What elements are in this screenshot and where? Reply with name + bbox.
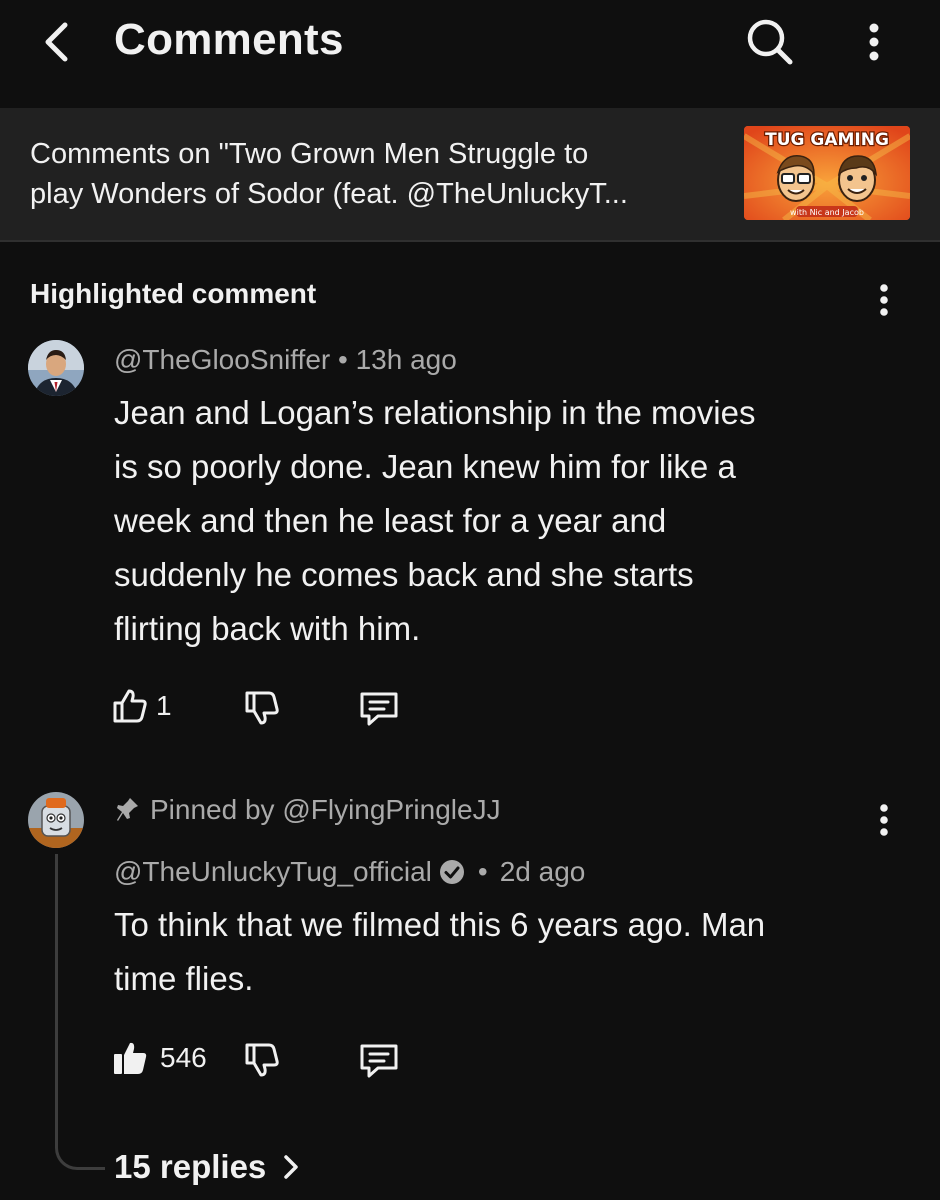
like-count: 1 xyxy=(156,690,172,721)
video-title-line: Comments on "Two Grown Men Struggle to xyxy=(30,138,589,170)
avatar[interactable] xyxy=(28,340,84,396)
chevron-right-icon xyxy=(284,1155,299,1179)
search-button[interactable] xyxy=(738,12,802,72)
dislike-button[interactable] xyxy=(244,1042,280,1078)
avatar[interactable] xyxy=(28,792,84,848)
comment-text: Jean and Logan’s relationship in the mov… xyxy=(114,386,894,656)
pinned-label: Pinned by @FlyingPringleJJ xyxy=(150,794,501,825)
comment-line: To think that we filmed this 6 years ago… xyxy=(114,906,766,943)
comment-author[interactable]: @TheGlooSniffer xyxy=(114,344,330,375)
thumbs-up-icon xyxy=(113,689,147,723)
highlighted-comment-label: Highlighted comment xyxy=(30,278,317,309)
pinned-indicator: Pinned by @FlyingPringleJJ xyxy=(116,794,501,826)
verified-check-icon xyxy=(439,860,464,884)
comment-line: suddenly he comes back and she starts xyxy=(114,556,694,593)
comment-line: time flies. xyxy=(114,960,254,997)
replies-count: 15 replies xyxy=(114,1148,267,1185)
search-icon xyxy=(747,19,793,65)
like-button[interactable]: 546 xyxy=(112,1040,207,1076)
thumbnail-art: TUG GAMING with Nic and Jacob xyxy=(744,126,910,220)
comment-meta: @TheGlooSniffer • 13h ago xyxy=(114,344,457,376)
comment-line: Jean and Logan’s relationship in the mov… xyxy=(114,394,756,431)
reply-comment-icon xyxy=(360,692,398,726)
thumbs-up-filled-icon xyxy=(114,1042,147,1074)
meta-separator: • xyxy=(338,344,356,375)
comment-timestamp: 13h ago xyxy=(355,344,457,375)
thread-connector xyxy=(55,854,105,1170)
comment-author[interactable]: @TheUnluckyTug_official xyxy=(114,856,432,888)
meta-separator: • xyxy=(477,856,488,887)
top-app-bar: Comments xyxy=(0,0,940,108)
more-vertical-icon xyxy=(880,284,888,316)
dislike-button[interactable] xyxy=(244,690,280,726)
thumbs-down-icon xyxy=(245,1043,279,1077)
video-title: Comments on "Two Grown Men Struggle to p… xyxy=(30,134,720,214)
more-options-button[interactable] xyxy=(852,12,896,72)
comment-line: week and then he least for a year and xyxy=(114,502,667,539)
thumbs-down-icon xyxy=(245,691,279,725)
comment-meta: @TheUnluckyTug_official • 2d ago xyxy=(114,856,585,888)
video-thumbnail[interactable]: TUG GAMING with Nic and Jacob xyxy=(744,126,910,220)
like-button[interactable]: 1 xyxy=(112,688,172,724)
video-title-line: play Wonders of Sodor (feat. @TheUnlucky… xyxy=(30,178,628,210)
back-button[interactable] xyxy=(30,14,82,70)
comment-options-button[interactable] xyxy=(864,274,904,326)
comment-options-button[interactable] xyxy=(864,794,904,846)
comment-line: is so poorly done. Jean knew him for lik… xyxy=(114,448,736,485)
thumbnail-subtitle: with Nic and Jacob xyxy=(790,208,864,217)
view-replies-button[interactable]: 15 replies xyxy=(114,1148,302,1186)
reply-button[interactable] xyxy=(358,690,400,728)
pin-icon xyxy=(117,798,138,821)
comment-timestamp: 2d ago xyxy=(499,856,586,887)
more-vertical-icon xyxy=(880,804,888,836)
comment-text: To think that we filmed this 6 years ago… xyxy=(114,898,894,1006)
chevron-left-icon xyxy=(45,22,68,62)
video-context-banner[interactable]: Comments on "Two Grown Men Struggle to p… xyxy=(0,108,940,242)
page-title: Comments xyxy=(114,15,344,64)
more-vertical-icon xyxy=(869,23,879,61)
thumbnail-title: TUG GAMING xyxy=(765,130,889,150)
comment-line: flirting back with him. xyxy=(114,610,421,647)
reply-button[interactable] xyxy=(358,1042,400,1080)
like-count: 546 xyxy=(160,1042,207,1073)
reply-comment-icon xyxy=(360,1044,398,1078)
